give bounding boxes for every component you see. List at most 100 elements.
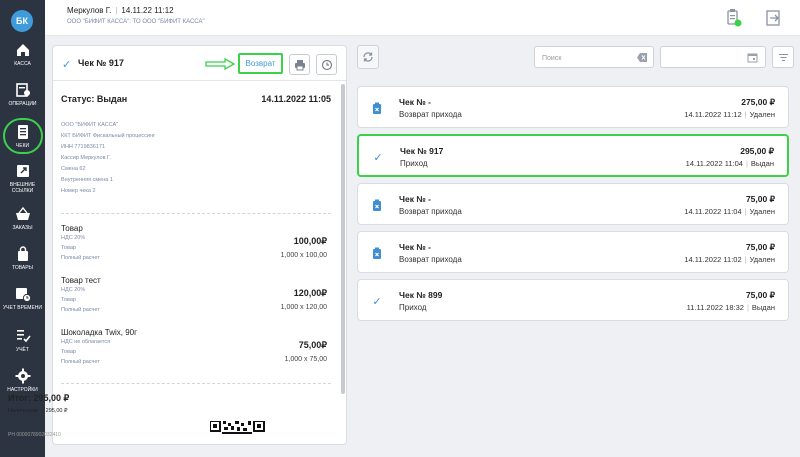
receipt-date-status: 14.11.2022 11:12 | Удален	[684, 110, 775, 119]
check-icon: ✓	[372, 295, 382, 308]
receipt-date-status: 14.11.2022 11:02 | Удален	[684, 255, 775, 264]
home-icon	[16, 44, 29, 56]
receipt-status: Выдан	[751, 303, 775, 312]
sidebar-item-label: ЗАКАЗЫ	[12, 225, 33, 231]
refresh-icon	[363, 52, 373, 62]
return-button[interactable]: Возврат	[238, 53, 283, 74]
meta-line: ККТ БИФИТ Фискальный процессинг	[61, 133, 155, 139]
receipt-item: Шоколадка Twix, 90г НДС не облагается То…	[61, 328, 327, 367]
item-name: Товар	[61, 224, 83, 233]
sidebar-item-label: УЧЕТ ВРЕМЕНИ	[3, 305, 42, 311]
meta-line: ИНН 7719836171	[61, 144, 106, 150]
calendar-icon	[747, 53, 758, 63]
receipt-number: Чек № 899	[399, 290, 443, 300]
gear-icon	[15, 368, 30, 384]
receipt-meta: ООО "БИФИТ КАССА" ККТ БИФИТ Фискальный п…	[61, 120, 155, 197]
sidebar-item-orders[interactable]: ЗАКАЗЫ	[0, 206, 45, 246]
kkt-status-icon[interactable]	[725, 8, 743, 28]
sidebar-item-time-tracking[interactable]: УЧЕТ ВРЕМЕНИ	[0, 286, 45, 326]
basket-icon	[15, 206, 30, 220]
logout-icon[interactable]	[765, 8, 783, 28]
receipt-date: 14.11.2022 11:12	[684, 110, 742, 119]
receipt-type: Возврат прихода	[399, 110, 462, 119]
sidebar: БК КАССА ОПЕРАЦИИ ЧЕКИ ВНЕШНИЕ ССЫЛКИ ЗА…	[0, 0, 45, 457]
return-receipt-icon	[371, 101, 383, 115]
receipt-total: Итог: 295,00 ₽	[8, 393, 70, 403]
printer-icon	[294, 59, 305, 70]
receipt-number: Чек № -	[399, 242, 431, 252]
search-input[interactable]	[535, 48, 625, 69]
item-vat: НДС 20%	[61, 287, 86, 293]
sidebar-item-goods[interactable]: ТОВАРЫ	[0, 246, 45, 286]
arrow-right-icon	[205, 58, 235, 70]
item-vat: НДС 20%	[61, 235, 86, 241]
date-filter-field[interactable]	[660, 46, 766, 68]
check-icon: ✓	[373, 151, 383, 164]
receipt-list-item[interactable]: Чек № - Возврат прихода 75,00 ₽ 14.11.20…	[357, 231, 789, 273]
receipt-list-item[interactable]: Чек № - Возврат прихода 275,00 ₽ 14.11.2…	[357, 86, 789, 128]
receipt-status-row: Статус: Выдан 14.11.2022 11:05	[61, 94, 331, 104]
item-qty: 1,000 x 75,00	[284, 356, 327, 363]
clear-icon[interactable]	[637, 52, 648, 63]
sidebar-item-label: КАССА	[14, 61, 31, 67]
divider	[61, 383, 331, 384]
receipt-type: Возврат прихода	[399, 255, 462, 264]
sidebar-item-receipts[interactable]: ЧЕКИ	[0, 124, 45, 164]
receipt-status: Удален	[749, 207, 775, 216]
filter-icon	[778, 53, 788, 61]
filter-button[interactable]	[772, 46, 794, 68]
header: Меркулов Г. | 14.11.22 11:12 ООО "БИФИТ КА…	[45, 0, 800, 36]
receipt-type: Приход	[399, 303, 427, 312]
meta-line: Внутренняя смена 1	[61, 177, 113, 183]
panel-scrollbar[interactable]	[341, 84, 345, 394]
receipt-date-status: 14.11.2022 11:04 | Удален	[684, 207, 775, 216]
item-name: Товар тест	[61, 276, 101, 285]
receipt-title: Чек № 917	[78, 58, 124, 68]
receipt-status: Удален	[749, 255, 775, 264]
item-price: 100,00₽	[293, 236, 327, 246]
external-links-icon	[16, 165, 29, 177]
user-info: Меркулов Г. | 14.11.22 11:12	[67, 6, 174, 15]
meta-line: ООО "БИФИТ КАССА"	[61, 122, 119, 128]
receipts-icon	[17, 125, 28, 139]
refresh-button[interactable]	[357, 45, 379, 69]
history-button[interactable]	[316, 54, 337, 75]
receipt-type: Возврат прихода	[399, 207, 462, 216]
receipt-cash: Наличными 295,00 ₽	[8, 408, 68, 414]
receipt-status: Выдан	[750, 159, 774, 168]
receipt-date-status: 11.11.2022 18:32 | Выдан	[686, 303, 775, 312]
check-icon: ✓	[62, 59, 72, 71]
receipt-amount: 75,00 ₽	[745, 242, 775, 252]
user-name: Меркулов Г.	[67, 6, 112, 15]
receipt-number: Чек № -	[399, 194, 431, 204]
receipt-number: Чек № 917	[400, 146, 444, 156]
sidebar-item-cash[interactable]: КАССА	[0, 42, 45, 82]
sidebar-item-accounting[interactable]: УЧЁТ	[0, 328, 45, 368]
receipt-type: Приход	[400, 159, 428, 168]
receipt-amount: 295,00 ₽	[740, 146, 774, 156]
sidebar-item-label: УЧЁТ	[16, 347, 29, 353]
item-qty: 1,000 x 100,00	[280, 252, 327, 259]
receipt-amount: 275,00 ₽	[741, 97, 775, 107]
header-datetime: 14.11.22 11:12	[121, 6, 174, 15]
item-name: Шоколадка Twix, 90г	[61, 328, 138, 337]
avatar[interactable]: БК	[11, 10, 33, 32]
sidebar-item-operations[interactable]: ОПЕРАЦИИ	[0, 82, 45, 122]
receipt-rn: РН 0000078902032410	[8, 432, 61, 438]
receipt-date: 14.11.2022 11:04	[685, 159, 743, 168]
search-field	[534, 46, 654, 69]
receipt-list-item[interactable]: Чек № - Возврат прихода 75,00 ₽ 14.11.20…	[357, 183, 789, 225]
meta-line: Смена 62	[61, 166, 86, 172]
receipt-list-item[interactable]: ✓ Чек № 917 Приход 295,00 ₽ 14.11.2022 1…	[357, 134, 789, 177]
print-button[interactable]	[289, 54, 310, 75]
sidebar-item-external-links[interactable]: ВНЕШНИЕ ССЫЛКИ	[0, 163, 45, 203]
receipt-date: 14.11.2022 11:02	[684, 255, 742, 264]
return-receipt-icon	[371, 246, 383, 260]
receipt-status: Статус: Выдан	[61, 94, 128, 104]
sidebar-item-label: ОПЕРАЦИИ	[8, 101, 37, 107]
sidebar-item-label: ЧЕКИ	[15, 143, 30, 149]
receipt-item: Товар НДС 20% Товар Полный расчет 100,00…	[61, 224, 327, 263]
sidebar-item-label: ТОВАРЫ	[12, 265, 33, 271]
qr-code	[210, 421, 265, 434]
receipt-list-item[interactable]: ✓ Чек № 899 Приход 75,00 ₽ 11.11.2022 18…	[357, 279, 789, 321]
